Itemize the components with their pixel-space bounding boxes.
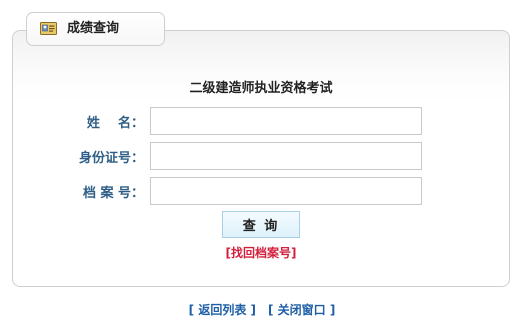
exam-title: 二级建造师执业资格考试 [189, 81, 333, 96]
archive-number-label: 档 案 号： [82, 186, 144, 201]
name-label: 姓 名： [86, 116, 144, 131]
archive-number-input[interactable] [150, 177, 422, 205]
id-card-icon [40, 21, 57, 36]
close-window-link[interactable]: [ 关闭窗口 ] [268, 303, 335, 317]
query-button[interactable]: 查 询 [222, 211, 300, 238]
footer-links: [ 返回列表 ] [ 关闭窗口 ] [0, 302, 524, 319]
tab-label: 成绩查询 [67, 21, 120, 36]
tab-score-query: 成绩查询 [26, 12, 165, 46]
name-input[interactable] [150, 107, 422, 135]
back-to-list-link[interactable]: [ 返回列表 ] [189, 303, 256, 317]
find-archive-number-link[interactable]: [找回档案号] [12, 245, 510, 262]
id-number-input[interactable] [150, 142, 422, 170]
id-number-label: 身份证号： [78, 151, 144, 166]
